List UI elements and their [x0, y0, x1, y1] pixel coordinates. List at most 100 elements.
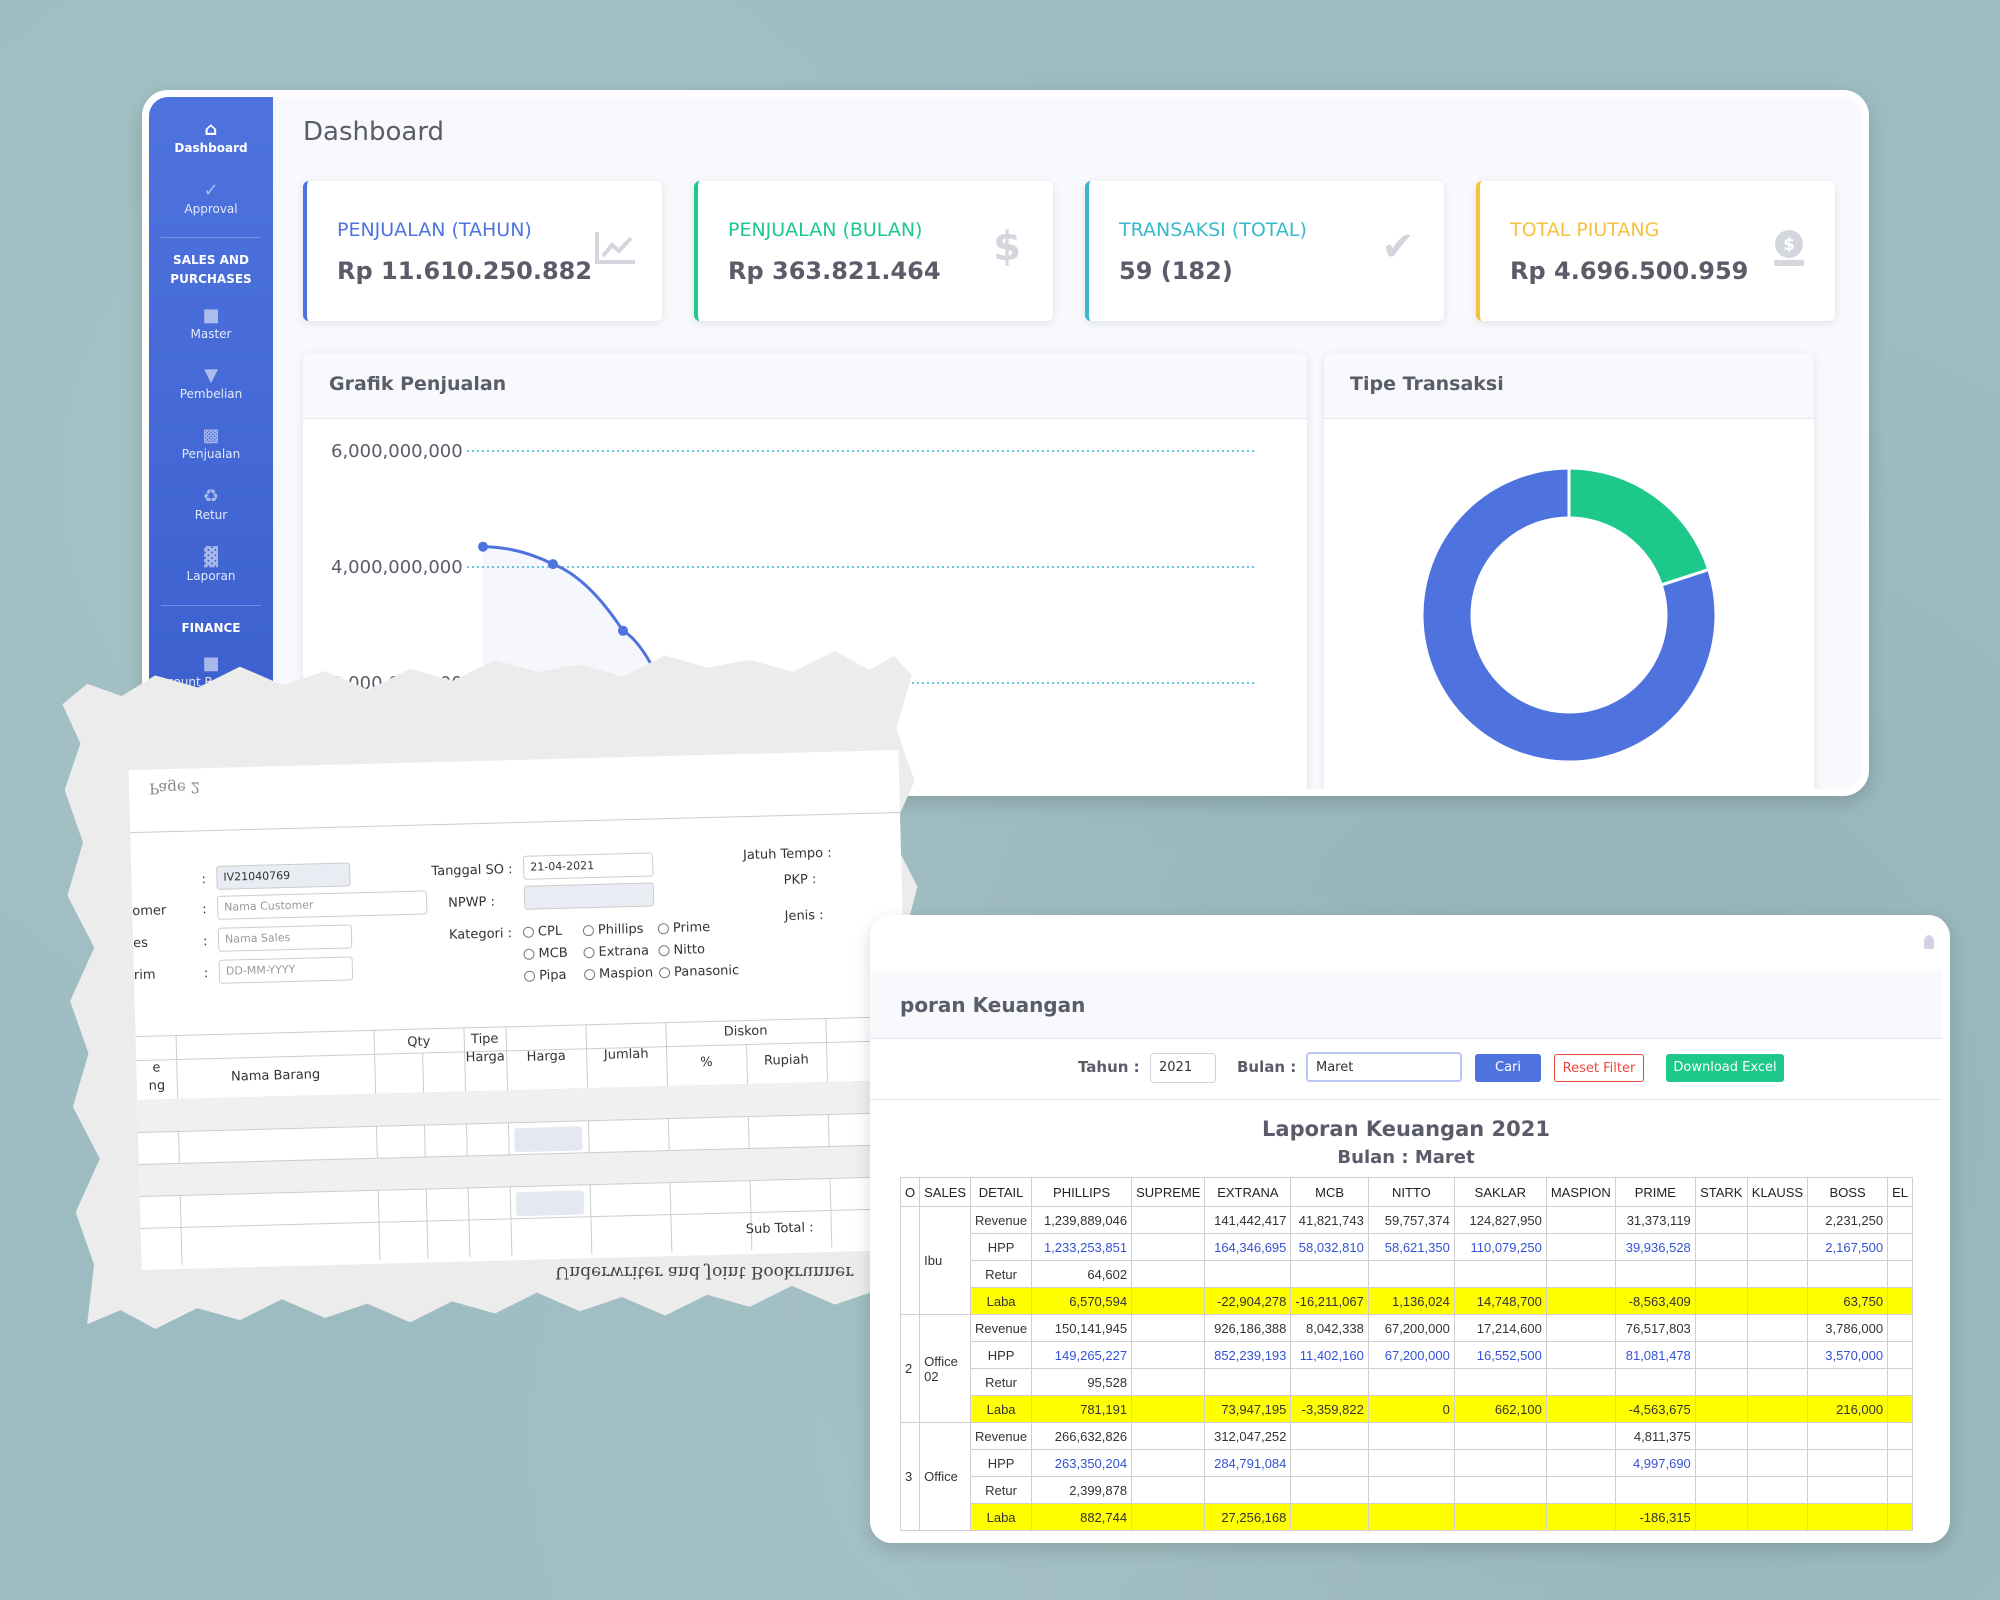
- chart-area-icon: ▓: [204, 547, 218, 568]
- harga-input[interactable]: [515, 1190, 585, 1217]
- bulan-field[interactable]: Maret: [1306, 1052, 1462, 1082]
- sales-field[interactable]: Nama Sales: [217, 924, 353, 952]
- customer-field[interactable]: Nama Customer: [216, 890, 428, 920]
- table-row: HPP 263,350,204 284,791,084 4,997,690: [901, 1449, 1914, 1477]
- colon-label: :: [201, 872, 207, 888]
- harga-input[interactable]: [514, 1126, 583, 1153]
- cell-value: [1887, 1206, 1914, 1234]
- cell-detail: HPP: [970, 1341, 1033, 1369]
- cell-value: [1453, 1503, 1547, 1531]
- stat-value: Rp 4.696.500.959: [1510, 257, 1749, 285]
- reset-filter-button[interactable]: Reset Filter: [1554, 1054, 1644, 1082]
- cell-value: 3,786,000: [1807, 1314, 1889, 1342]
- cell-value: 41,821,743: [1290, 1206, 1369, 1234]
- radio-extrana[interactable]: Extrana: [583, 944, 649, 961]
- radio-maspion[interactable]: Maspion: [584, 966, 653, 983]
- home-icon: ⌂: [204, 119, 218, 140]
- cell-value: 3,570,000: [1807, 1341, 1889, 1369]
- cell-value: 110,079,250: [1453, 1233, 1547, 1261]
- cell-value: [1887, 1476, 1914, 1504]
- cell-value: 6,570,594: [1031, 1287, 1133, 1315]
- cell-value: [1887, 1422, 1914, 1450]
- cell-value: [1545, 1503, 1616, 1531]
- radio-nitto[interactable]: Nitto: [658, 942, 705, 958]
- radio-panasonic[interactable]: Panasonic: [659, 963, 740, 980]
- column-header: PRIME: [1614, 1177, 1696, 1207]
- radio-prime[interactable]: Prime: [658, 920, 711, 936]
- cell-value: [1614, 1476, 1696, 1504]
- cell-value: [1887, 1314, 1914, 1342]
- cell-value: [1746, 1287, 1809, 1315]
- sidebar-item-approval[interactable]: ✓ Approval: [149, 180, 273, 216]
- sales-label: es: [132, 935, 149, 952]
- radio-phillips[interactable]: Phillips: [583, 922, 644, 939]
- money-bag-icon: $: [1767, 225, 1811, 269]
- cell-value: [1887, 1260, 1914, 1288]
- grid-line: [373, 1029, 381, 1260]
- cell-value: [1545, 1341, 1616, 1369]
- cell-value: -3,359,822: [1290, 1395, 1369, 1423]
- cell-value: [1807, 1449, 1889, 1477]
- table-row: 3 Office Revenue 266,632,826 312,047,252 4,81…: [899, 1422, 1914, 1531]
- cell-value: [1204, 1476, 1292, 1504]
- cell-value: [1545, 1395, 1616, 1423]
- sidebar-item-dashboard[interactable]: ⌂ Dashboard: [149, 119, 273, 155]
- table-row: Ibu Revenue 1,239,889,046 141,442,417 41,821…: [899, 1206, 1914, 1315]
- cell-detail: Revenue: [970, 1206, 1033, 1234]
- stat-label: TRANSAKSI (TOTAL): [1119, 219, 1307, 241]
- sidebar-item-master[interactable]: ■ Master: [149, 305, 273, 341]
- stat-label: TOTAL PIUTANG: [1510, 219, 1660, 241]
- tanggal-so-field[interactable]: 21-04-2021: [522, 852, 654, 880]
- table-row: Laba 6,570,594 -22,904,278 -16,211,067 1,136…: [901, 1287, 1914, 1315]
- cell-value: [1807, 1260, 1889, 1288]
- column-header: SAKLAR: [1453, 1177, 1547, 1207]
- cell-detail: HPP: [970, 1233, 1033, 1261]
- cell-value: [1694, 1476, 1748, 1504]
- bell-icon[interactable]: [1924, 935, 1934, 949]
- cell-value: 67,200,000: [1367, 1314, 1455, 1342]
- cell-value: [1367, 1503, 1455, 1531]
- sidebar-item-pembelian[interactable]: ▼ Pembelian: [149, 365, 273, 401]
- tahun-field[interactable]: 2021: [1150, 1053, 1216, 1083]
- check-icon: ✔: [1381, 224, 1415, 270]
- bulan-label: Bulan :: [1237, 1058, 1297, 1076]
- cell-value: 58,032,810: [1290, 1233, 1369, 1261]
- folder-icon: ■: [202, 653, 220, 674]
- cell-value: [1367, 1422, 1455, 1450]
- column-header: MASPION: [1545, 1177, 1616, 1207]
- radio-mcb[interactable]: MCB: [523, 946, 568, 962]
- sidebar-item-retur[interactable]: ♻ Retur: [149, 486, 273, 522]
- report-subtitle: Bulan : Maret: [1337, 1147, 1475, 1168]
- radio-pipa[interactable]: Pipa: [524, 968, 567, 984]
- sidebar-heading-line: SALES AND: [173, 253, 249, 267]
- download-excel-button[interactable]: Download Excel: [1666, 1054, 1784, 1082]
- column-header-rupiah: Rupiah: [763, 1052, 809, 1069]
- panel-title: poran Keuangan: [870, 971, 1942, 1039]
- cell-value: [1694, 1260, 1748, 1288]
- cell-value: [1131, 1287, 1206, 1315]
- column-header-kode: e ng: [136, 1059, 177, 1096]
- cell-value: 1,233,253,851: [1031, 1233, 1133, 1261]
- stat-card-penjualan-tahun: PENJUALAN (TAHUN) Rp 11.610.250.882: [303, 181, 662, 321]
- laporan-window: poran Keuangan Tahun : 2021 Bulan : Mare…: [870, 915, 1950, 1543]
- tanggal-kirim-field[interactable]: DD-MM-YYYY: [218, 956, 354, 984]
- check-icon: ✓: [203, 180, 219, 201]
- sidebar-item-laporan[interactable]: ▓ Laporan: [149, 547, 273, 583]
- cell-value: 312,047,252: [1204, 1422, 1292, 1450]
- cell-no: [899, 1206, 921, 1315]
- table-body: Ibu Revenue 1,239,889,046 141,442,417 41,821…: [899, 1206, 1914, 1531]
- npwp-label: NPWP :: [447, 894, 496, 911]
- cell-value: 67,200,000: [1367, 1341, 1455, 1369]
- npwp-field[interactable]: [523, 882, 655, 910]
- column-header: EXTRANA: [1204, 1177, 1292, 1207]
- column-header-line: Tipe: [470, 1031, 499, 1048]
- radio-cpl[interactable]: CPL: [523, 924, 563, 940]
- no-so-field[interactable]: IV21040769: [216, 862, 351, 890]
- cell-value: [1367, 1368, 1455, 1396]
- cell-value: [1694, 1449, 1748, 1477]
- cari-button[interactable]: Cari: [1475, 1054, 1541, 1082]
- sidebar-item-penjualan[interactable]: ▩ Penjualan: [149, 425, 273, 461]
- recycle-icon: ♻: [202, 486, 220, 507]
- cell-value: 4,997,690: [1614, 1449, 1696, 1477]
- stat-label: PENJUALAN (BULAN): [728, 219, 923, 241]
